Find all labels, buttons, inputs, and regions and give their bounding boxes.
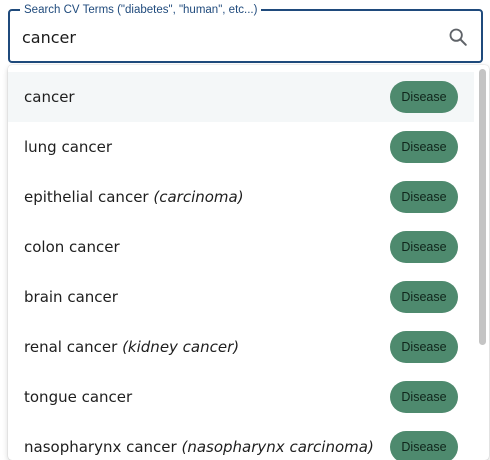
suggestion-text: brain cancer	[24, 272, 118, 322]
category-badge: Disease	[390, 81, 458, 113]
search-icon[interactable]	[447, 26, 469, 48]
search-field[interactable]: Search CV Terms ("diabetes", "human", et…	[8, 2, 483, 63]
suggestion-term: tongue cancer	[24, 388, 133, 406]
suggestion-term: cancer	[24, 88, 75, 106]
suggestion-text: colon cancer	[24, 222, 120, 272]
suggestion-text: cancer	[24, 72, 75, 122]
suggestion-item[interactable]: cancer Disease	[8, 72, 474, 122]
suggestion-term: lung cancer	[24, 138, 113, 156]
suggestion-item[interactable]: lung cancer Disease	[8, 122, 474, 172]
suggestion-item[interactable]: epithelial cancer (carcinoma) Disease	[8, 172, 474, 222]
suggestion-item[interactable]: tongue cancer Disease	[8, 372, 474, 422]
suggestion-text: nasopharynx cancer (nasopharynx carcinom…	[24, 422, 374, 460]
suggestion-text: epithelial cancer (carcinoma)	[24, 172, 244, 222]
category-badge: Disease	[390, 331, 458, 363]
suggestion-text: renal cancer (kidney cancer)	[24, 322, 239, 372]
suggestion-item[interactable]: renal cancer (kidney cancer) Disease	[8, 322, 474, 372]
category-badge: Disease	[390, 281, 458, 313]
suggestion-term: colon cancer	[24, 238, 120, 256]
search-input[interactable]	[22, 23, 422, 51]
suggestion-alias: (carcinoma)	[153, 188, 244, 206]
suggestion-term: nasopharynx cancer	[24, 438, 177, 456]
suggestion-term: brain cancer	[24, 288, 118, 306]
suggestion-item[interactable]: brain cancer Disease	[8, 272, 474, 322]
suggestion-term: renal cancer	[24, 338, 118, 356]
suggestion-list: cancer Disease lung cancer Disease epith…	[8, 72, 474, 460]
suggestion-text: tongue cancer	[24, 372, 132, 422]
search-label: Search CV Terms ("diabetes", "human", et…	[20, 2, 262, 18]
category-badge: Disease	[390, 231, 458, 263]
suggestion-alias: (nasopharynx carcinoma)	[181, 438, 374, 456]
category-badge: Disease	[390, 431, 458, 460]
suggestion-item[interactable]: nasopharynx cancer (nasopharynx carcinom…	[8, 422, 474, 460]
dropdown-scrollbar[interactable]	[479, 69, 486, 345]
suggestion-alias: (kidney cancer)	[122, 338, 240, 356]
suggestion-term: epithelial cancer	[24, 188, 149, 206]
category-badge: Disease	[390, 381, 458, 413]
category-badge: Disease	[390, 131, 458, 163]
category-badge: Disease	[390, 181, 458, 213]
suggestion-dropdown: cancer Disease lung cancer Disease epith…	[8, 65, 489, 460]
suggestion-text: lung cancer	[24, 122, 112, 172]
suggestion-item[interactable]: colon cancer Disease	[8, 222, 474, 272]
